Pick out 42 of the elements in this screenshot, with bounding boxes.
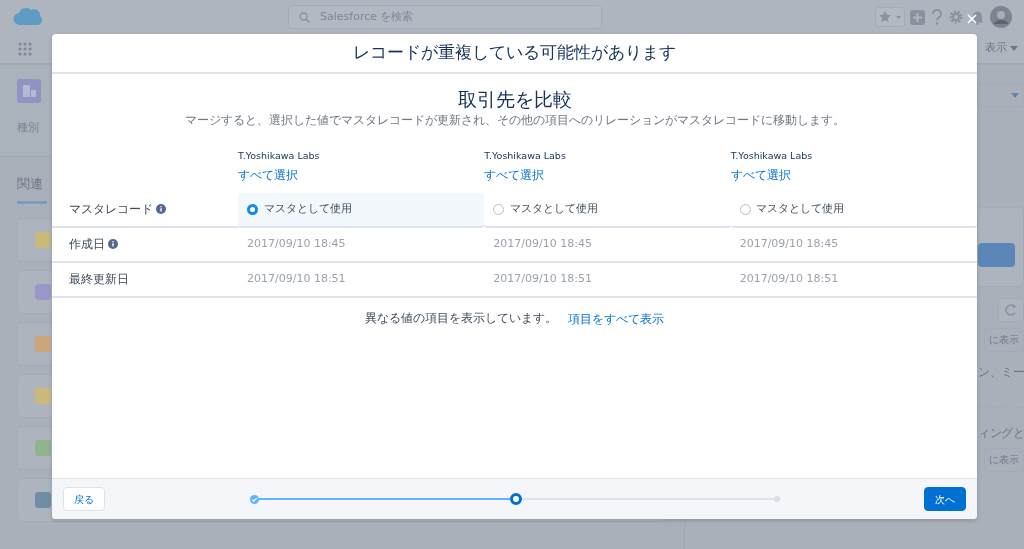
heading: 取引先を比較 [457, 88, 572, 111]
date-value: 2017/09/10 18:45 [493, 236, 592, 253]
back-button[interactable]: 戻る [63, 487, 105, 511]
select-all-link[interactable]: すべて選択 [730, 166, 791, 185]
primary-button[interactable] [978, 243, 1015, 267]
caret-icon [1010, 46, 1018, 51]
date-value: 2017/09/10 18:51 [493, 271, 592, 288]
info-icon [156, 204, 166, 215]
building-icon [17, 79, 41, 103]
record-name: T.Yoshikawa Labs [730, 149, 814, 164]
date-value: 2017/09/10 18:45 [739, 236, 839, 253]
info-icon [108, 239, 118, 250]
show-all-link[interactable]: 項目をすべて表示 [568, 309, 664, 328]
radio-option[interactable]: マスタとして使用 [739, 201, 845, 218]
current-step-icon[interactable] [510, 493, 522, 505]
settings-icon[interactable] [948, 9, 964, 25]
field-label: 最終更新日 [69, 271, 129, 289]
close-icon[interactable] [967, 14, 977, 24]
avatar-icon[interactable] [990, 6, 1012, 28]
bell-icon[interactable] [969, 9, 985, 25]
date-value: 2017/09/10 18:51 [247, 271, 346, 288]
app-launcher-icon[interactable] [18, 41, 32, 56]
field-label: マスタレコード [69, 201, 153, 219]
select-all-link[interactable]: すべて選択 [238, 166, 298, 185]
date-value: 2017/09/10 18:51 [739, 271, 839, 288]
refresh-icon[interactable] [998, 298, 1024, 322]
step-dot-icon[interactable] [773, 496, 780, 502]
check-step-icon[interactable] [249, 494, 259, 504]
date-value: 2017/09/10 18:45 [247, 236, 346, 253]
caret-icon [1011, 92, 1019, 98]
field-label: 作成日 [69, 236, 105, 254]
help-icon[interactable] [930, 9, 943, 25]
record-name: T.Yoshikawa Labs [484, 149, 567, 164]
plus-icon[interactable] [910, 9, 925, 25]
description: マージすると、選択した値でマスタレコードが更新され、その他の項目へのリレーションがマスタレコードに移動します。 [184, 111, 845, 129]
record-name: T.Yoshikawa Labs [238, 149, 321, 164]
search-icon [299, 11, 310, 23]
modal-title: レコードが重複している可能性があります [353, 41, 676, 64]
summary-text: 異なる値の項目を表示しています。 [365, 309, 557, 327]
next-button[interactable]: 次へ [924, 487, 966, 511]
radio-option[interactable]: マスタとして使用 [493, 201, 598, 218]
select-all-link[interactable]: すべて選択 [484, 166, 545, 185]
